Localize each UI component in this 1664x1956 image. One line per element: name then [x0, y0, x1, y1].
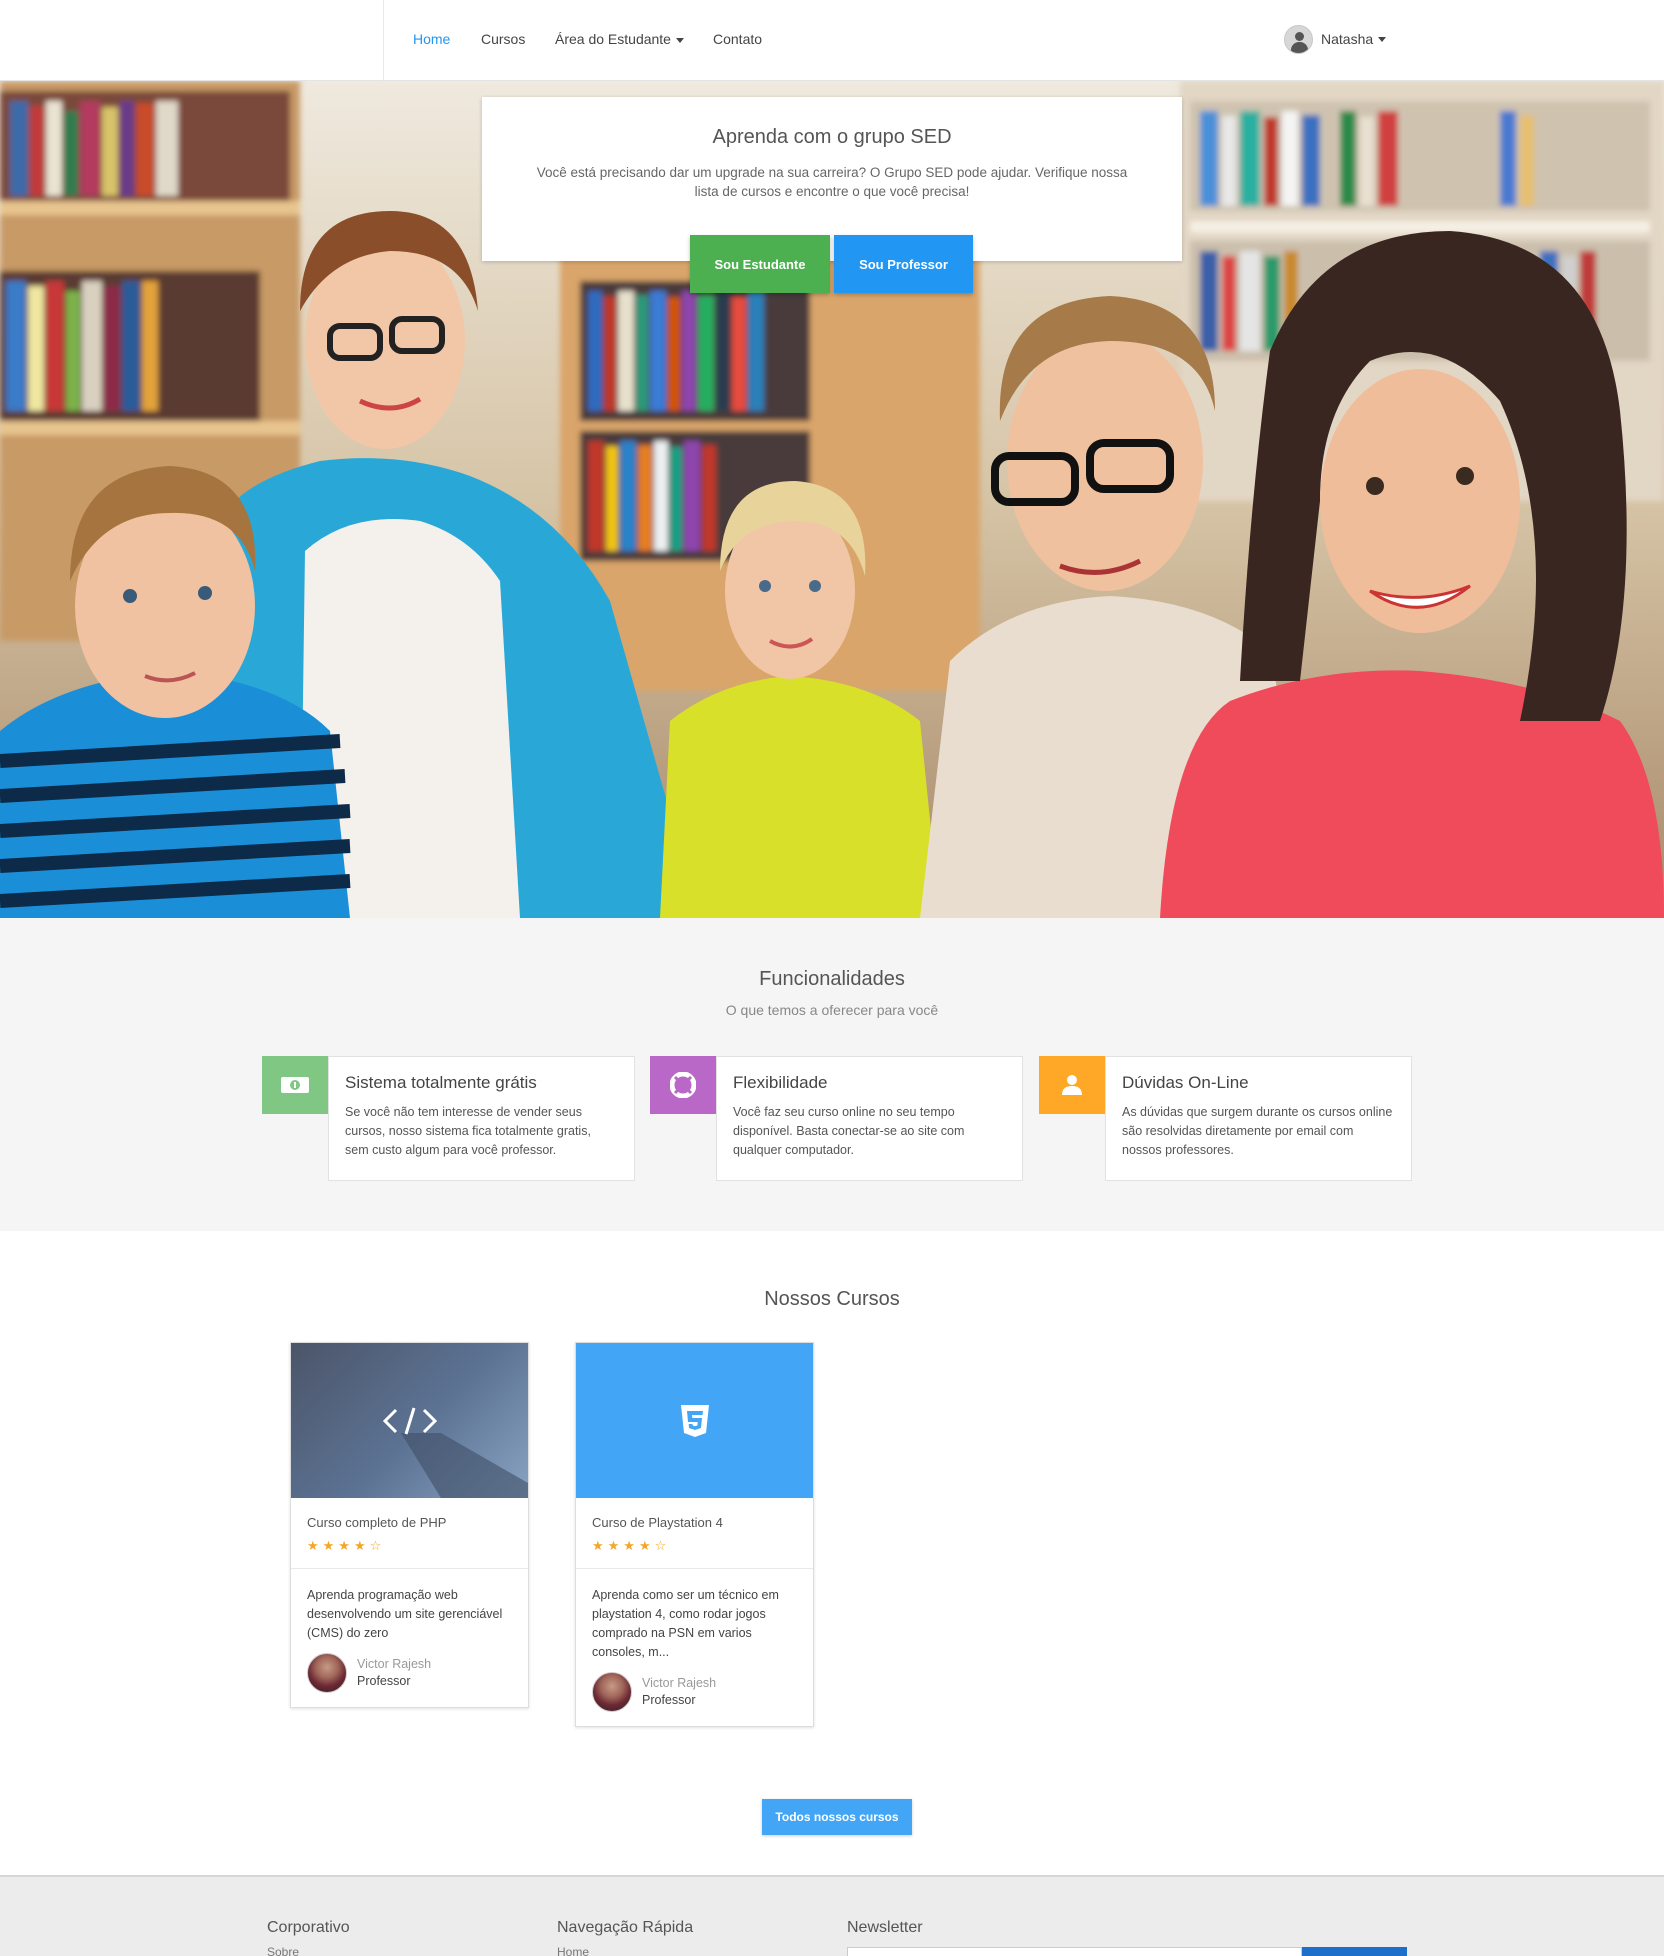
nav-divider — [383, 0, 384, 81]
course-author: Victor Rajesh Professor — [307, 1653, 512, 1693]
author-name: Victor Rajesh — [642, 1676, 717, 1690]
nav-home[interactable]: Home — [413, 30, 450, 48]
course-body: Aprenda programação web desenvolvendo um… — [291, 1569, 528, 1707]
course-thumbnail — [576, 1343, 813, 1498]
nav-area-estudante-label: Área do Estudante — [555, 31, 671, 47]
feature-content: Dúvidas On-Line As dúvidas que surgem du… — [1105, 1056, 1412, 1181]
code-icon — [382, 1407, 437, 1434]
top-navbar: Home Cursos Área do Estudante Contato Na… — [0, 0, 1664, 81]
hero-banner: Aprenda com o grupo SED Você está precis… — [0, 81, 1664, 918]
author-role: Professor — [357, 1674, 411, 1688]
features-title: Funcionalidades — [759, 968, 905, 990]
features-subtitle: O que temos a oferecer para você — [725, 1002, 939, 1018]
course-name[interactable]: Curso completo de PHP — [307, 1515, 512, 1530]
footer-heading: Navegação Rápida — [557, 1919, 694, 1936]
course-author: Victor Rajesh Professor — [592, 1672, 797, 1712]
user-name: Natasha — [1321, 31, 1374, 47]
feature-card: Dúvidas On-Line As dúvidas que surgem du… — [1039, 1056, 1412, 1181]
teacher-button[interactable]: Sou Professor — [834, 235, 973, 293]
footer-col-newsletter: Newsletter — [847, 1919, 923, 1937]
course-card[interactable]: Curso de Playstation 4 ★★★★☆ Aprenda com… — [575, 1342, 814, 1727]
newsletter-email-field[interactable] — [847, 1947, 1302, 1956]
footer-link-sobre[interactable]: Sobre — [267, 1945, 350, 1956]
student-button[interactable]: Sou Estudante — [690, 235, 830, 293]
user-icon — [1039, 1056, 1105, 1114]
author-name: Victor Rajesh — [357, 1657, 432, 1671]
courses-title: Nossos Cursos — [764, 1288, 900, 1310]
feature-text: Se você não tem interesse de vender seus… — [345, 1105, 591, 1157]
hero-title: Aprenda com o grupo SED — [712, 126, 952, 148]
course-description: Aprenda programação web desenvolvendo um… — [307, 1588, 503, 1640]
lifebuoy-icon — [650, 1056, 716, 1114]
chevron-down-icon — [1378, 36, 1387, 42]
footer-heading: Corporativo — [267, 1919, 350, 1936]
avatar — [307, 1653, 347, 1693]
course-name[interactable]: Curso de Playstation 4 — [592, 1515, 797, 1530]
feature-title: Sistema totalmente grátis — [345, 1073, 537, 1092]
course-header: Curso completo de PHP ★★★★☆ — [291, 1498, 528, 1569]
footer: Corporativo Sobre Navegação Rápida Home … — [0, 1875, 1664, 1956]
feature-text: Você faz seu curso online no seu tempo d… — [733, 1105, 965, 1157]
nav-contato[interactable]: Contato — [713, 30, 762, 48]
course-description: Aprenda como ser um técnico em playstati… — [592, 1588, 779, 1659]
footer-col-navegacao: Navegação Rápida Home — [557, 1919, 693, 1956]
all-courses-button[interactable]: Todos nossos cursos — [762, 1799, 912, 1835]
hero-text: Você está precisando dar um upgrade na s… — [536, 165, 1128, 199]
course-body: Aprenda como ser um técnico em playstati… — [576, 1569, 813, 1726]
author-role: Professor — [642, 1693, 696, 1707]
rating-stars: ★★★★☆ — [307, 1538, 386, 1553]
course-header: Curso de Playstation 4 ★★★★☆ — [576, 1498, 813, 1569]
avatar — [1284, 24, 1313, 54]
nav-cursos[interactable]: Cursos — [481, 30, 525, 48]
chevron-down-icon — [675, 37, 684, 43]
footer-link-home[interactable]: Home — [557, 1945, 693, 1956]
feature-title: Flexibilidade — [733, 1073, 828, 1092]
feature-card: Flexibilidade Você faz seu curso online … — [650, 1056, 1023, 1181]
avatar — [592, 1672, 632, 1712]
feature-text: As dúvidas que surgem durante os cursos … — [1122, 1105, 1393, 1157]
features-section: Funcionalidades O que temos a oferecer p… — [0, 918, 1664, 1231]
hero-card: Aprenda com o grupo SED Você está precis… — [482, 97, 1182, 261]
user-menu[interactable]: Natasha — [1284, 24, 1387, 54]
money-icon — [262, 1056, 328, 1114]
feature-title: Dúvidas On-Line — [1122, 1073, 1249, 1092]
course-thumbnail — [291, 1343, 528, 1498]
footer-col-corporativo: Corporativo Sobre — [267, 1919, 350, 1956]
feature-content: Flexibilidade Você faz seu curso online … — [716, 1056, 1023, 1181]
feature-card: Sistema totalmente grátis Se você não te… — [262, 1056, 635, 1181]
footer-heading: Newsletter — [847, 1919, 923, 1936]
newsletter-subscribe-button[interactable] — [1302, 1947, 1407, 1956]
css3-icon — [680, 1404, 709, 1437]
feature-content: Sistema totalmente grátis Se você não te… — [328, 1056, 635, 1181]
course-card[interactable]: Curso completo de PHP ★★★★☆ Aprenda prog… — [290, 1342, 529, 1708]
rating-stars: ★★★★☆ — [592, 1538, 671, 1553]
nav-area-estudante[interactable]: Área do Estudante — [555, 30, 684, 48]
